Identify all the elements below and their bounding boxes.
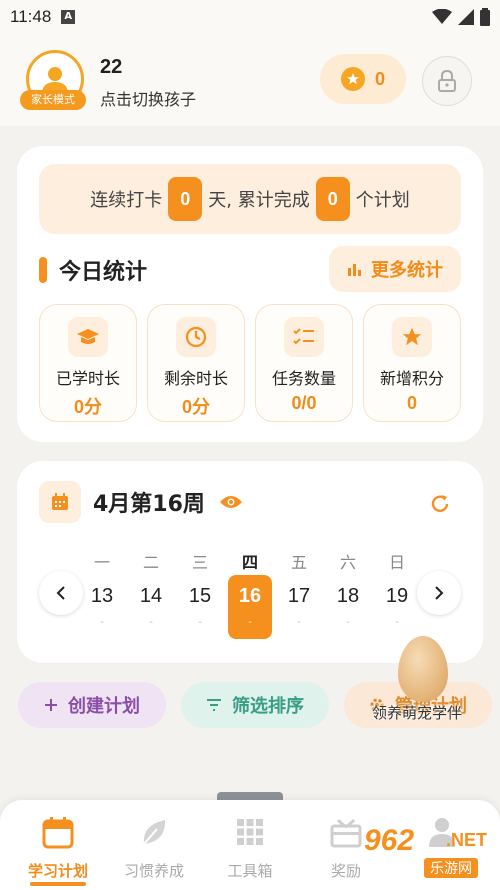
tab-study-plan[interactable]: 学习计划 — [10, 814, 106, 881]
wifi-icon — [432, 9, 452, 24]
day-15[interactable]: 15 — [178, 585, 222, 608]
week-card: 4月第16周 一 二 三 四 五 六 日 13 14 15 16 17 18 1… — [17, 461, 483, 663]
parent-mode-badge[interactable]: 家长模式 — [20, 90, 86, 110]
switch-child-link[interactable]: 点击切换孩子 — [100, 86, 196, 110]
day-mark: - — [248, 617, 252, 628]
tab-toolbox[interactable]: 工具箱 — [202, 814, 298, 881]
day-mark: - — [149, 617, 153, 628]
child-name[interactable]: 22 — [100, 56, 122, 79]
streak-banner: 连续打卡 0 天, 累计完成 0 个计划 — [39, 164, 461, 234]
day-18[interactable]: 18 — [326, 585, 370, 608]
weekday-wed: 三 — [191, 553, 208, 572]
weekday-thu: 四 — [241, 553, 258, 572]
calendar-icon[interactable] — [39, 481, 81, 523]
checklist-icon — [284, 317, 324, 357]
weekday-fri: 五 — [290, 553, 307, 572]
streak-days: 0 — [168, 177, 203, 221]
calendar-icon — [10, 814, 106, 850]
eye-icon[interactable] — [219, 494, 243, 510]
plus-icon — [45, 699, 57, 711]
points-star-icon — [340, 67, 365, 91]
completed-plans-count: 0 — [315, 177, 350, 221]
more-stats-button[interactable]: 更多统计 — [329, 246, 461, 292]
week-header: 4月第16周 — [39, 481, 243, 523]
leaf-icon — [106, 814, 202, 850]
weekday-sat: 六 — [339, 553, 356, 572]
day-16-selected[interactable]: 16 — [228, 585, 272, 608]
active-tab-indicator — [30, 882, 86, 886]
day-mark: - — [297, 617, 301, 628]
day-19[interactable]: 19 — [375, 585, 419, 608]
stat-remaining-time[interactable]: 剩余时长 0分 — [147, 304, 245, 422]
clock-icon — [176, 317, 216, 357]
streak-mid: 天, 累计完成 — [208, 190, 310, 211]
create-plan-button[interactable]: 创建计划 — [18, 682, 166, 728]
adopt-pet-label[interactable]: 领养萌宠学伴 — [372, 702, 462, 723]
status-bar: 11:48 A — [0, 0, 500, 34]
lock-button[interactable] — [422, 56, 472, 106]
day-mark: - — [100, 617, 104, 628]
chevron-right-icon — [435, 586, 444, 600]
header: 家长模式 22 点击切换孩子 0 — [0, 34, 500, 126]
graduation-cap-icon — [68, 317, 108, 357]
stat-studied-time[interactable]: 已学时长 0分 — [39, 304, 137, 422]
week-title: 4月第16周 — [93, 492, 205, 517]
refresh-icon[interactable] — [429, 493, 451, 515]
weekday-tue: 二 — [142, 553, 159, 572]
day-mark: - — [198, 617, 202, 628]
streak-prefix: 连续打卡 — [90, 190, 163, 211]
notification-a-icon: A — [61, 10, 76, 24]
streak-suffix: 个计划 — [355, 190, 410, 211]
battery-icon — [480, 8, 490, 26]
weekday-mon: 一 — [93, 553, 110, 572]
day-13[interactable]: 13 — [80, 585, 124, 608]
weekday-sun: 日 — [388, 553, 405, 572]
stats-card: 连续打卡 0 天, 累计完成 0 个计划 今日统计 更多统计 已学时长 0分 剩… — [17, 146, 483, 442]
site-watermark: 962 .NET 乐游网 — [364, 824, 488, 878]
points-value: 0 — [374, 68, 385, 89]
grid-icon — [202, 814, 298, 850]
day-mark: - — [395, 617, 399, 628]
filter-sort-button[interactable]: 筛选排序 — [181, 682, 329, 728]
points-button[interactable]: 0 — [320, 54, 406, 104]
tab-habits[interactable]: 习惯养成 — [106, 814, 202, 881]
stat-task-count[interactable]: 任务数量 0/0 — [255, 304, 353, 422]
prev-week-button[interactable] — [39, 571, 83, 615]
filter-icon — [207, 699, 221, 711]
lock-icon — [438, 70, 456, 92]
day-14[interactable]: 14 — [129, 585, 173, 608]
day-17[interactable]: 17 — [277, 585, 321, 608]
chevron-left-icon — [56, 586, 65, 600]
today-stats-title: 今日统计 — [39, 254, 147, 286]
day-mark: - — [346, 617, 350, 628]
stat-new-points[interactable]: 新增积分 0 — [363, 304, 461, 422]
bar-chart-icon — [348, 264, 361, 276]
next-week-button[interactable] — [417, 571, 461, 615]
title-accent-bar — [39, 257, 47, 283]
star-icon — [392, 317, 432, 357]
signal-icon — [458, 9, 474, 25]
status-time: 11:48 — [10, 7, 52, 26]
